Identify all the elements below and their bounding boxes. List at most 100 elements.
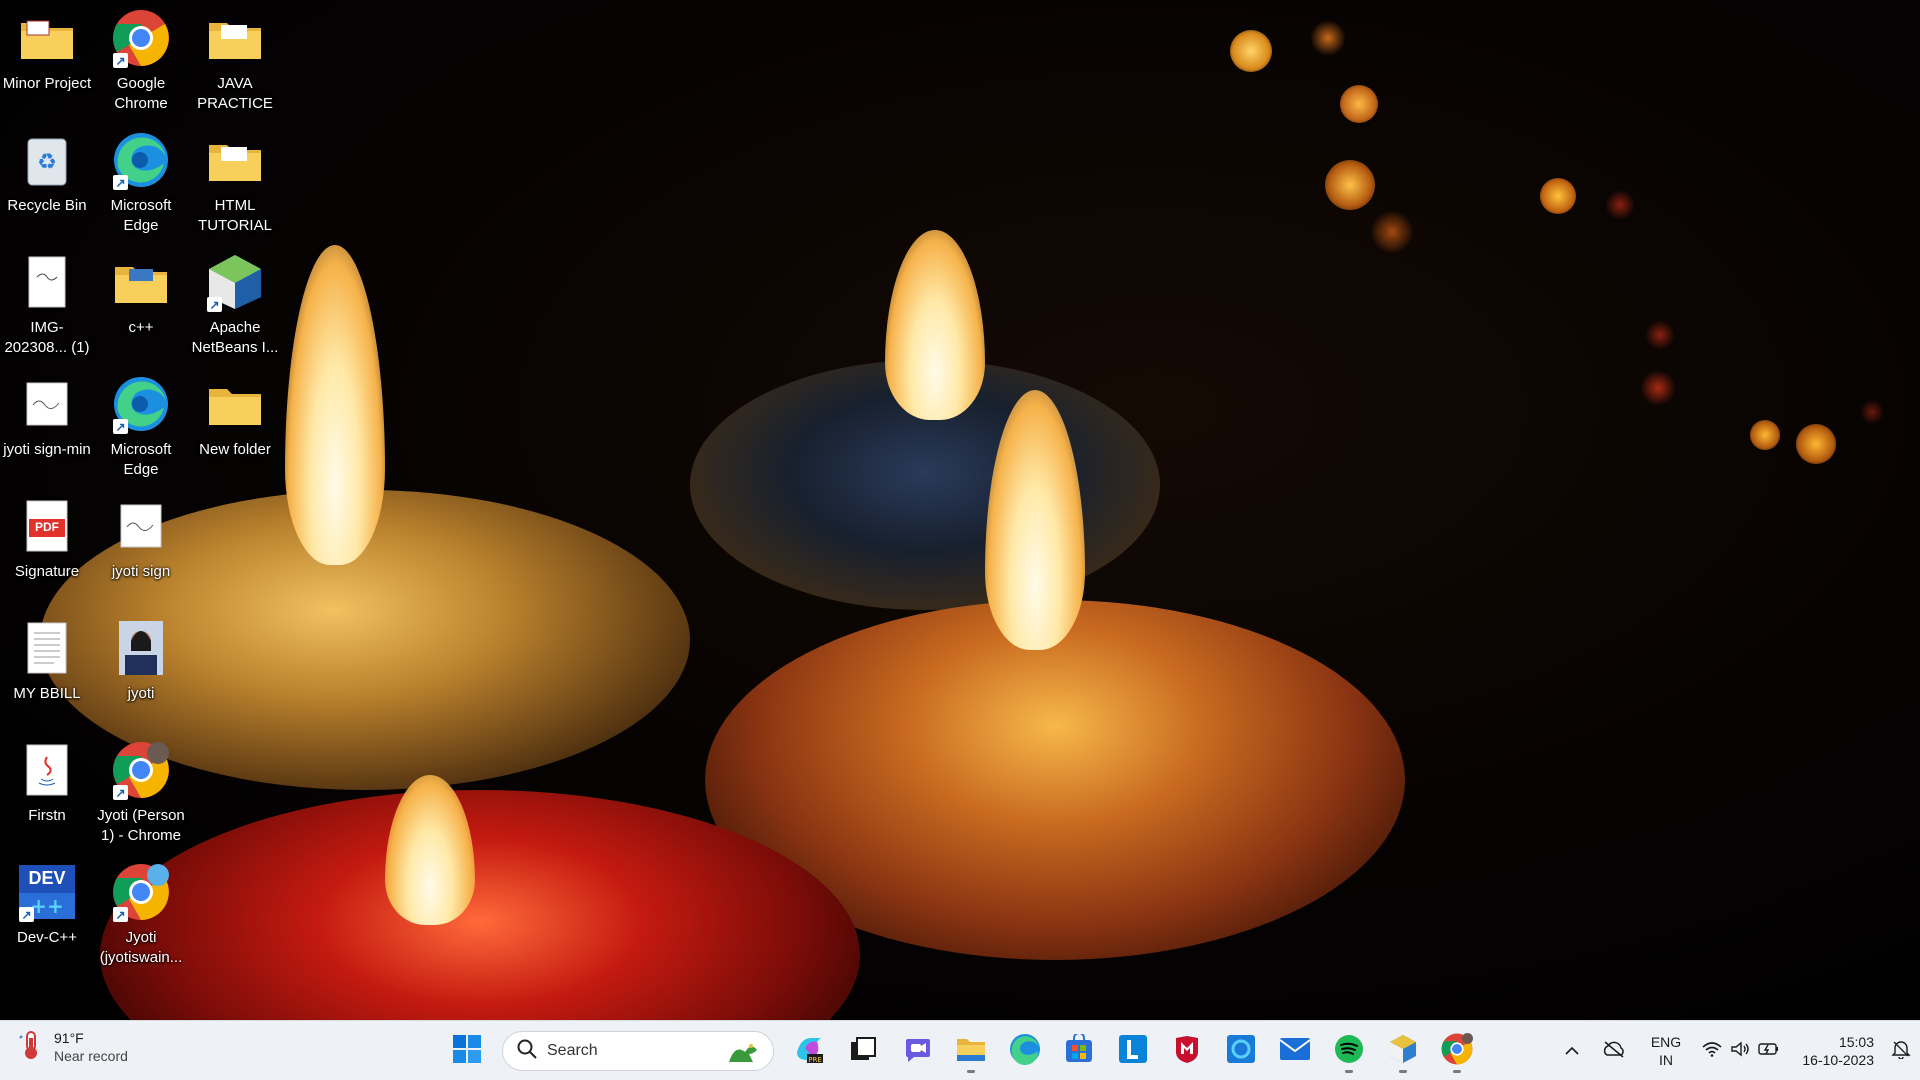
running-indicator (967, 1070, 975, 1073)
system-tray: ENG IN 15:03 16-10-2023 (1552, 1021, 1920, 1080)
store-button[interactable] (1056, 1028, 1102, 1074)
notifications-button[interactable] (1882, 1021, 1920, 1080)
copilot-button[interactable]: PRE (786, 1028, 832, 1074)
onedrive-button[interactable] (1592, 1021, 1636, 1080)
netbeans-icon (1388, 1034, 1418, 1069)
mcafee-icon (1173, 1034, 1201, 1069)
task-view-button[interactable] (840, 1028, 886, 1074)
desktop-icon-jyoti-photo[interactable]: jyoti (94, 614, 188, 732)
desktop-icon-html-tutorial[interactable]: HTML TUTORIAL (188, 126, 282, 244)
desktop-icon-microsoft-edge[interactable]: ↗ Microsoft Edge (94, 126, 188, 244)
edge-button[interactable] (1002, 1028, 1048, 1074)
chrome-icon (1441, 1032, 1473, 1070)
language-button[interactable]: ENG IN (1636, 1021, 1696, 1080)
weather-condition: Near record (54, 1048, 128, 1064)
edge-icon: ↗ (111, 374, 171, 434)
desktop-icon-signature-pdf[interactable]: PDF Signature (0, 492, 94, 610)
desktop-icon-jyoti-sign[interactable]: jyoti sign (94, 492, 188, 610)
shortcut-arrow-icon: ↗ (113, 53, 128, 68)
thermometer-icon (18, 1030, 44, 1065)
desktop-icon-new-folder[interactable]: New folder (188, 370, 282, 488)
desktop-icon-cpp-folder[interactable]: c++ (94, 248, 188, 366)
start-button[interactable] (444, 1028, 490, 1074)
running-indicator (1453, 1070, 1461, 1073)
desktop-icon-jyoti-person1-chrome[interactable]: ↗ Jyoti (Person 1) - Chrome (94, 736, 188, 854)
desktop-icon-jyoti-sign-min[interactable]: jyoti sign-min (0, 370, 94, 488)
chevron-up-icon (1564, 1042, 1580, 1060)
windows-logo-icon (453, 1034, 481, 1068)
shortcut-arrow-icon: ↗ (207, 297, 222, 312)
onedrive-offline-icon (1602, 1040, 1626, 1063)
netbeans-icon: ↗ (205, 252, 265, 312)
running-indicator (1399, 1070, 1407, 1073)
folder-icon (205, 374, 265, 434)
svg-text:++: ++ (30, 894, 64, 918)
taskbar-search-box[interactable]: Search (502, 1031, 774, 1071)
desktop-icon-img-202308[interactable]: IMG-202308... (1) (0, 248, 94, 366)
dragon-highlight-icon (725, 1038, 759, 1071)
search-placeholder: Search (547, 1042, 598, 1059)
shortcut-arrow-icon: ↗ (113, 785, 128, 800)
desktop-icon-recycle-bin[interactable]: ♻ Recycle Bin (0, 126, 94, 244)
desktop-icon-apache-netbeans[interactable]: ↗ Apache NetBeans I... (188, 248, 282, 366)
netbeans-button[interactable] (1380, 1028, 1426, 1074)
clock-date: 16-10-2023 (1802, 1052, 1874, 1068)
running-indicator (1345, 1070, 1353, 1073)
language-code: ENG (1650, 1034, 1682, 1050)
spotify-icon (1334, 1034, 1364, 1069)
chrome-profile-icon: ↗ (111, 862, 171, 922)
volume-icon (1730, 1041, 1750, 1062)
battery-charging-icon (1758, 1041, 1780, 1062)
pdf-icon: PDF (17, 496, 77, 556)
edge-icon (1009, 1033, 1041, 1070)
copilot-icon: PRE (793, 1034, 825, 1069)
desktop-icon-jyoti-jyotiswain-chrome[interactable]: ↗ Jyoti (jyotiswain... (94, 858, 188, 976)
teams-chat-button[interactable] (894, 1028, 940, 1074)
lens-button[interactable] (1110, 1028, 1156, 1074)
shortcut-arrow-icon: ↗ (113, 419, 128, 434)
task-view-icon (849, 1036, 877, 1067)
desktop-icon-google-chrome[interactable]: ↗ Google Chrome (94, 4, 188, 122)
show-hidden-icons-button[interactable] (1552, 1021, 1592, 1080)
folder-icon (111, 252, 171, 312)
spotify-button[interactable] (1326, 1028, 1372, 1074)
desktop-icon-my-bbill[interactable]: MY BBILL (0, 614, 94, 732)
svg-text:♻: ♻ (37, 150, 57, 175)
desktop-icon-dev-cpp[interactable]: ++ DEV ↗ Dev-C++ (0, 858, 94, 976)
taskbar-center: Search PRE (440, 1028, 1484, 1074)
recycle-bin-icon: ♻ (17, 130, 77, 190)
image-file-icon (17, 374, 77, 434)
weather-widget[interactable]: 91°F Near record (18, 1029, 128, 1065)
wifi-icon (1702, 1041, 1722, 1062)
photo-icon (111, 618, 171, 678)
folder-icon (205, 8, 265, 68)
taskbar: 91°F Near record Search PRE ENG IN 15:03… (0, 1020, 1920, 1080)
quick-settings-button[interactable] (1696, 1021, 1786, 1080)
desktop-icon-microsoft-edge-2[interactable]: ↗ Microsoft Edge (94, 370, 188, 488)
weather-temperature: 91°F (54, 1030, 84, 1046)
shortcut-arrow-icon: ↗ (19, 907, 34, 922)
desktop-icon-minor-project[interactable]: Minor Project (0, 4, 94, 122)
folder-icon (17, 8, 77, 68)
cortana-icon (1226, 1034, 1256, 1069)
notification-bell-icon (1891, 1039, 1911, 1064)
clock-button[interactable]: 15:03 16-10-2023 (1786, 1021, 1882, 1080)
shortcut-arrow-icon: ↗ (113, 907, 128, 922)
desktop-icons: Minor Project ↗ Google Chrome JAVA PRACT… (0, 0, 300, 1020)
mail-button[interactable] (1272, 1028, 1318, 1074)
svg-text:PRE: PRE (808, 1056, 822, 1064)
chrome-icon: ↗ (111, 8, 171, 68)
chrome-button[interactable] (1434, 1028, 1480, 1074)
desktop-icon-java-practice[interactable]: JAVA PRACTICE (188, 4, 282, 122)
store-icon (1064, 1031, 1094, 1069)
desktop-icon-firstn[interactable]: Firstn (0, 736, 94, 854)
file-explorer-button[interactable] (948, 1028, 994, 1074)
text-file-icon (17, 618, 77, 678)
pdf-badge: PDF (35, 520, 59, 534)
devcpp-icon: ++ DEV ↗ (17, 862, 77, 922)
cortana-button[interactable] (1218, 1028, 1264, 1074)
mcafee-button[interactable] (1164, 1028, 1210, 1074)
chrome-profile-icon: ↗ (111, 740, 171, 800)
mail-icon (1279, 1036, 1311, 1067)
lens-icon (1118, 1034, 1148, 1069)
